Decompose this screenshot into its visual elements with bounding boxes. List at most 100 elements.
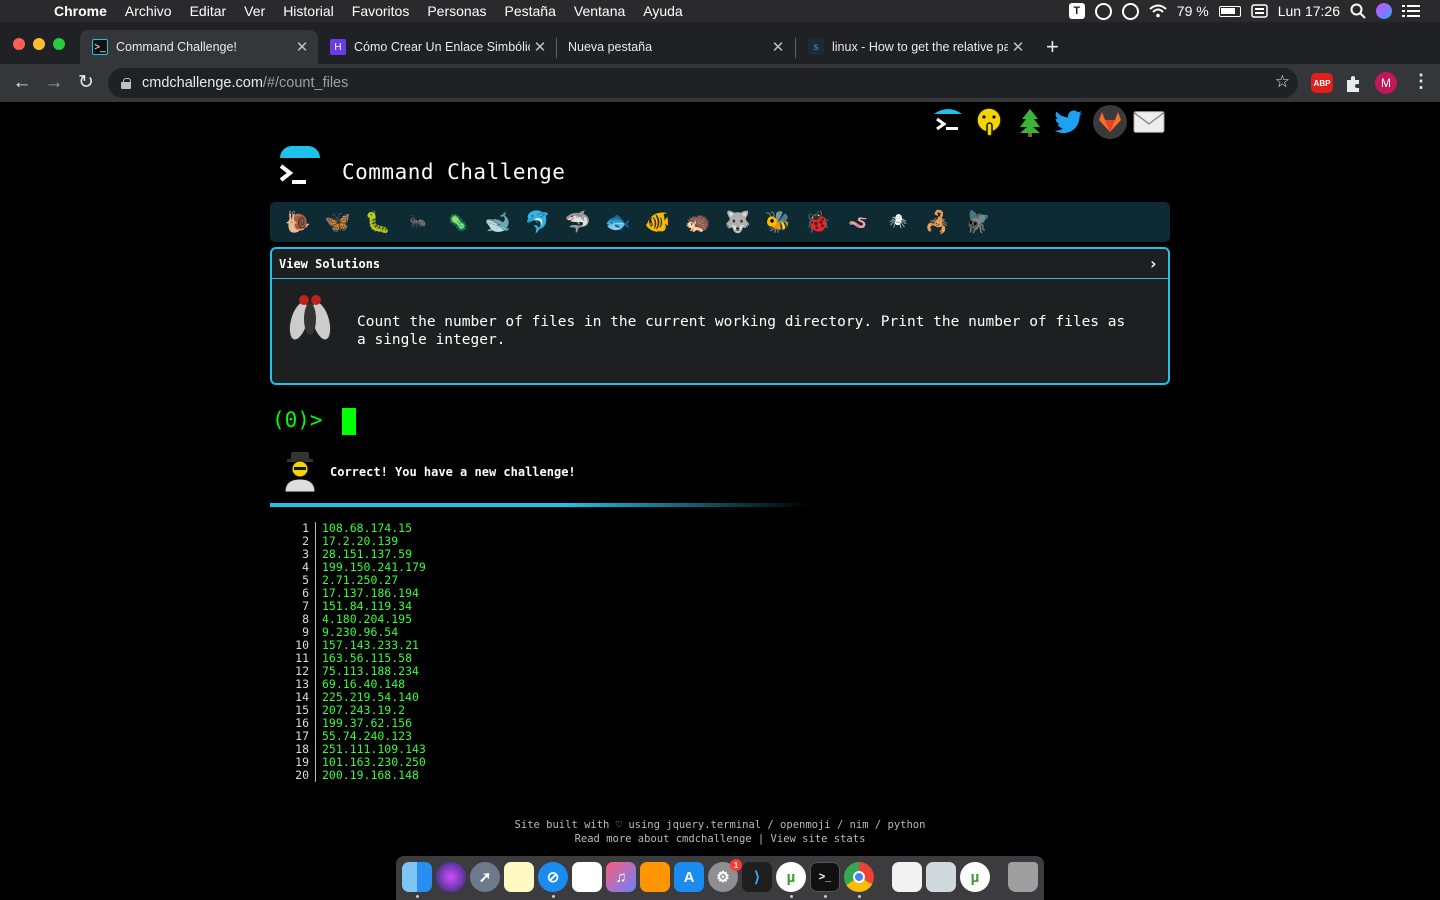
command-output: 1 108.68.174.15 2 17.2.20.139 3 28.151.137.59…	[270, 522, 426, 782]
menu-ayuda[interactable]: Ayuda	[643, 3, 682, 19]
books-icon[interactable]	[640, 862, 670, 892]
wolf-icon[interactable]: 🐺	[718, 202, 758, 242]
adblock-plus-icon[interactable]: ABP	[1311, 73, 1333, 93]
chevron-right-icon[interactable]: ›	[1148, 254, 1158, 273]
menu-chrome[interactable]: Chrome	[54, 3, 107, 19]
hedgehog-icon[interactable]: 🦔	[678, 202, 718, 242]
menu-pestana[interactable]: Pestaña	[505, 3, 556, 19]
ant-icon[interactable]: 🐜	[398, 202, 438, 242]
butterfly-icon[interactable]: 🦋	[318, 202, 358, 242]
browser-tab-strip: >_ Command Challenge! ✕ H Cómo Crear Un …	[0, 22, 1440, 64]
tab-enlace-simbolico[interactable]: H Cómo Crear Un Enlace Simbólico ✕	[318, 30, 556, 64]
finder-icon[interactable]	[402, 862, 432, 892]
address-bar[interactable]: cmdchallenge.com/#/count_files ☆	[108, 68, 1298, 98]
notes-icon[interactable]	[504, 862, 534, 892]
menu-ver[interactable]: Ver	[244, 3, 265, 19]
microbe-icon[interactable]: 🦠	[438, 202, 478, 242]
wordpress-icon[interactable]	[1121, 2, 1139, 20]
safari-icon[interactable]: ⊘	[538, 862, 568, 892]
preview-icon[interactable]	[926, 862, 956, 892]
menu-historial[interactable]: Historial	[283, 3, 334, 19]
music-icon[interactable]: ♫	[606, 862, 636, 892]
site-logo-small-icon[interactable]	[932, 106, 964, 138]
terminal-prompt-icon	[279, 164, 306, 184]
forward-button[interactable]: →	[41, 70, 67, 96]
utorrent-icon[interactable]: µ	[776, 862, 806, 892]
chrome-icon[interactable]	[844, 862, 874, 892]
creative-cloud-icon[interactable]	[1094, 2, 1112, 20]
tree-icon[interactable]	[1014, 106, 1046, 138]
dolphin-icon[interactable]: 🐬	[518, 202, 558, 242]
bee-icon[interactable]: 🐝	[758, 202, 798, 242]
tropical-fish-icon[interactable]: 🐠	[638, 202, 678, 242]
fish-icon[interactable]: 🐟	[598, 202, 638, 242]
shushing-face-icon[interactable]	[973, 106, 1005, 138]
caterpillar-icon[interactable]: 🐛	[358, 202, 398, 242]
input-source-icon[interactable]	[1250, 4, 1268, 18]
new-tab-button[interactable]: +	[1046, 34, 1059, 60]
system-preferences-icon[interactable]: ⚙ 1	[708, 859, 742, 892]
footer-links[interactable]: Read more about cmdchallenge | View site…	[0, 832, 1440, 846]
extensions-puzzle-icon[interactable]	[1344, 73, 1364, 93]
fly-icon[interactable]: 🪰	[958, 202, 998, 242]
menu-favoritos[interactable]: Favoritos	[352, 3, 410, 19]
snail-icon[interactable]: 🐌	[278, 202, 318, 242]
line-number: 4	[270, 561, 316, 574]
profile-avatar[interactable]: M	[1375, 72, 1397, 94]
site-logo[interactable]	[278, 146, 322, 192]
window-close-button[interactable]	[13, 38, 25, 50]
close-icon[interactable]: ✕	[768, 38, 788, 56]
line-number: 3	[270, 548, 316, 561]
close-icon[interactable]: ✕	[530, 38, 550, 56]
reminders-icon[interactable]	[572, 862, 602, 892]
worm-icon[interactable]: 🪱	[838, 202, 878, 242]
site-footer: Site built with ♡ using jquery.terminal …	[0, 818, 1440, 846]
twitter-icon[interactable]	[1053, 106, 1085, 138]
terminal-icon: >_	[92, 39, 108, 55]
output-line: 20 200.19.168.148	[270, 769, 426, 782]
lock-icon[interactable]	[121, 77, 131, 89]
close-icon[interactable]: ✕	[1008, 38, 1028, 56]
menu-editar[interactable]: Editar	[190, 3, 227, 19]
mail-icon[interactable]	[1133, 106, 1165, 138]
scorpion-icon[interactable]: 🦂	[918, 202, 958, 242]
shark-icon[interactable]: 🦈	[558, 202, 598, 242]
document-icon[interactable]	[892, 862, 922, 892]
siri-dock-icon[interactable]	[436, 862, 466, 892]
menu-ventana[interactable]: Ventana	[574, 3, 625, 19]
terminal-input-cursor[interactable]	[342, 408, 356, 435]
menu-archivo[interactable]: Archivo	[125, 3, 172, 19]
tab-nueva-pestana[interactable]: Nueva pestaña ✕	[556, 30, 794, 64]
siri-icon[interactable]	[1376, 3, 1392, 19]
typeit-icon[interactable]: T	[1068, 3, 1085, 19]
gitlab-icon[interactable]	[1093, 105, 1127, 139]
spider-icon[interactable]: 🕷	[878, 202, 918, 242]
view-solutions-header[interactable]: View Solutions ›	[272, 249, 1168, 279]
battery-icon[interactable]	[1218, 5, 1241, 17]
notification-center-icon[interactable]	[1402, 4, 1420, 18]
footer-credits[interactable]: Site built with ♡ using jquery.terminal …	[0, 818, 1440, 832]
tab-command-challenge[interactable]: >_ Command Challenge! ✕	[80, 30, 318, 64]
reload-button[interactable]: ↻	[73, 70, 99, 96]
app-store-icon[interactable]: A	[674, 862, 704, 892]
terminal-app-icon[interactable]: >_	[810, 862, 840, 892]
window-zoom-button[interactable]	[53, 38, 65, 50]
utorrent-download-icon[interactable]: µ	[960, 862, 990, 892]
wifi-icon[interactable]	[1149, 4, 1167, 18]
menubar-clock[interactable]: Lun 17:26	[1278, 3, 1340, 19]
launchpad-icon[interactable]: ➚	[470, 862, 500, 892]
tab-superuser[interactable]: s linux - How to get the relative path ✕	[796, 30, 1034, 64]
whale-icon[interactable]: 🐋	[478, 202, 518, 242]
line-number: 18	[270, 743, 316, 756]
window-minimize-button[interactable]	[33, 38, 45, 50]
line-number: 14	[270, 691, 316, 704]
spotlight-search-icon[interactable]	[1350, 3, 1366, 19]
menu-personas[interactable]: Personas	[427, 3, 486, 19]
vscode-icon[interactable]: ⟩	[742, 862, 772, 892]
close-icon[interactable]: ✕	[292, 38, 312, 56]
bookmark-star-icon[interactable]: ☆	[1275, 72, 1290, 92]
chrome-menu-icon[interactable]: ⋮	[1412, 71, 1430, 92]
trash-icon[interactable]	[1008, 862, 1038, 892]
ladybug-icon[interactable]: 🐞	[798, 202, 838, 242]
back-button[interactable]: ←	[9, 70, 35, 96]
